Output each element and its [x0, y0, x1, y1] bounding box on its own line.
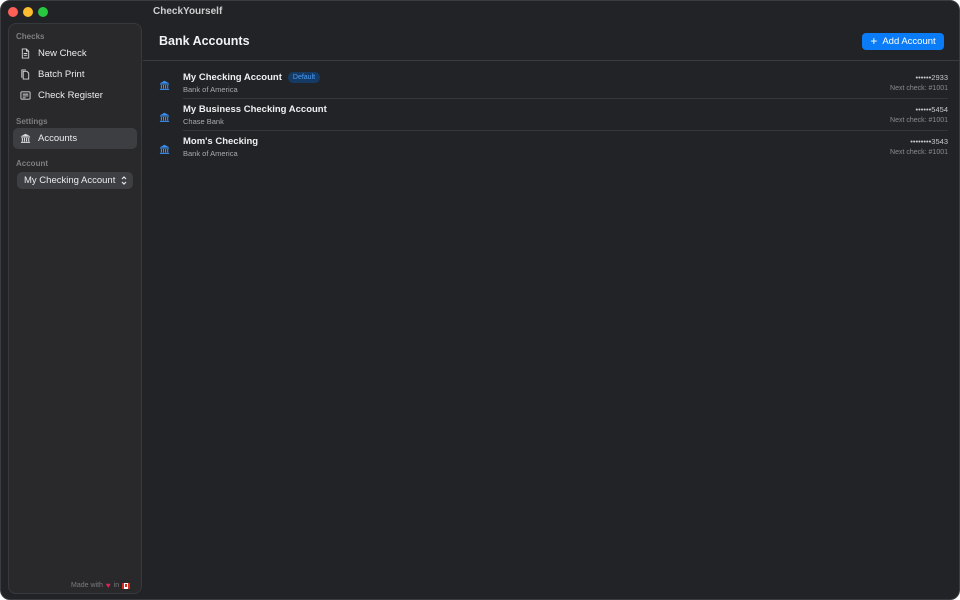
account-name-wrap: My Business Checking Account [183, 104, 327, 115]
add-account-label: Add Account [882, 36, 936, 47]
account-name: Mom's Checking [183, 136, 259, 147]
header-divider [143, 60, 959, 61]
account-number: ••••••2933 [915, 73, 948, 82]
maximize-window-button[interactable] [38, 7, 48, 17]
sidebar-item-check-register[interactable]: Check Register [13, 85, 137, 106]
sidebar-item-label: New Check [38, 48, 87, 59]
account-name-wrap: My Checking Account Default [183, 72, 321, 83]
default-badge: Default [287, 72, 321, 83]
sidebar-item-batch-print[interactable]: Batch Print [13, 64, 137, 85]
made-with-text: Made with [71, 582, 103, 589]
account-row[interactable]: My Business Checking Account Chase Bank … [143, 99, 959, 131]
bank-icon [159, 110, 170, 122]
account-name: My Business Checking Account [183, 104, 327, 115]
documents-icon [20, 69, 31, 80]
chevron-up-down-icon [120, 175, 128, 186]
account-number: ••••••••3543 [910, 137, 948, 146]
sidebar-item-new-check[interactable]: New Check [13, 43, 137, 64]
app-title: CheckYourself [153, 6, 223, 17]
account-bank: Chase Bank [183, 117, 224, 126]
account-name-wrap: Mom's Checking [183, 136, 258, 147]
account-row[interactable]: Mom's Checking Bank of America ••••••••3… [143, 131, 959, 163]
minimize-window-button[interactable] [23, 7, 33, 17]
title-bar: CheckYourself [1, 1, 959, 23]
in-text: in [113, 582, 120, 589]
sidebar-item-label: Check Register [38, 90, 103, 101]
page-title: Bank Accounts [159, 34, 250, 48]
account-bank: Bank of America [183, 149, 238, 158]
account-select[interactable]: My Checking Account [17, 172, 133, 189]
next-check-number: Next check: #1001 [890, 149, 948, 156]
heart-icon: ♥ [105, 581, 111, 590]
canada-flag-icon [122, 582, 131, 589]
bank-icon [20, 133, 31, 144]
document-icon [20, 48, 31, 59]
bank-icon [159, 142, 170, 154]
account-bank: Bank of America [183, 85, 238, 94]
bank-icon [159, 78, 170, 90]
sidebar: Checks New Check Batch Print Check Regis… [8, 23, 142, 594]
section-label-settings: Settings [16, 117, 48, 126]
section-label-account: Account [16, 159, 48, 168]
list-icon [20, 90, 31, 101]
section-label-checks: Checks [16, 32, 45, 41]
app-window: CheckYourself Checks New Check Batch Pri… [0, 0, 960, 600]
sidebar-item-label: Accounts [38, 133, 78, 144]
next-check-number: Next check: #1001 [890, 85, 948, 92]
made-with-note: Made with ♥ in [71, 581, 131, 590]
close-window-button[interactable] [8, 7, 18, 17]
account-name: My Checking Account [183, 72, 282, 83]
sidebar-item-label: Batch Print [38, 69, 85, 80]
plus-icon: + [870, 34, 878, 48]
main-content: Bank Accounts + Add Account My Checking … [143, 23, 959, 599]
next-check-number: Next check: #1001 [890, 117, 948, 124]
account-row[interactable]: My Checking Account Default Bank of Amer… [143, 67, 959, 99]
account-select-value: My Checking Account [24, 175, 116, 186]
sidebar-item-accounts[interactable]: Accounts [13, 128, 137, 149]
add-account-button[interactable]: + Add Account [862, 33, 944, 50]
account-number: ••••••5454 [915, 105, 948, 114]
